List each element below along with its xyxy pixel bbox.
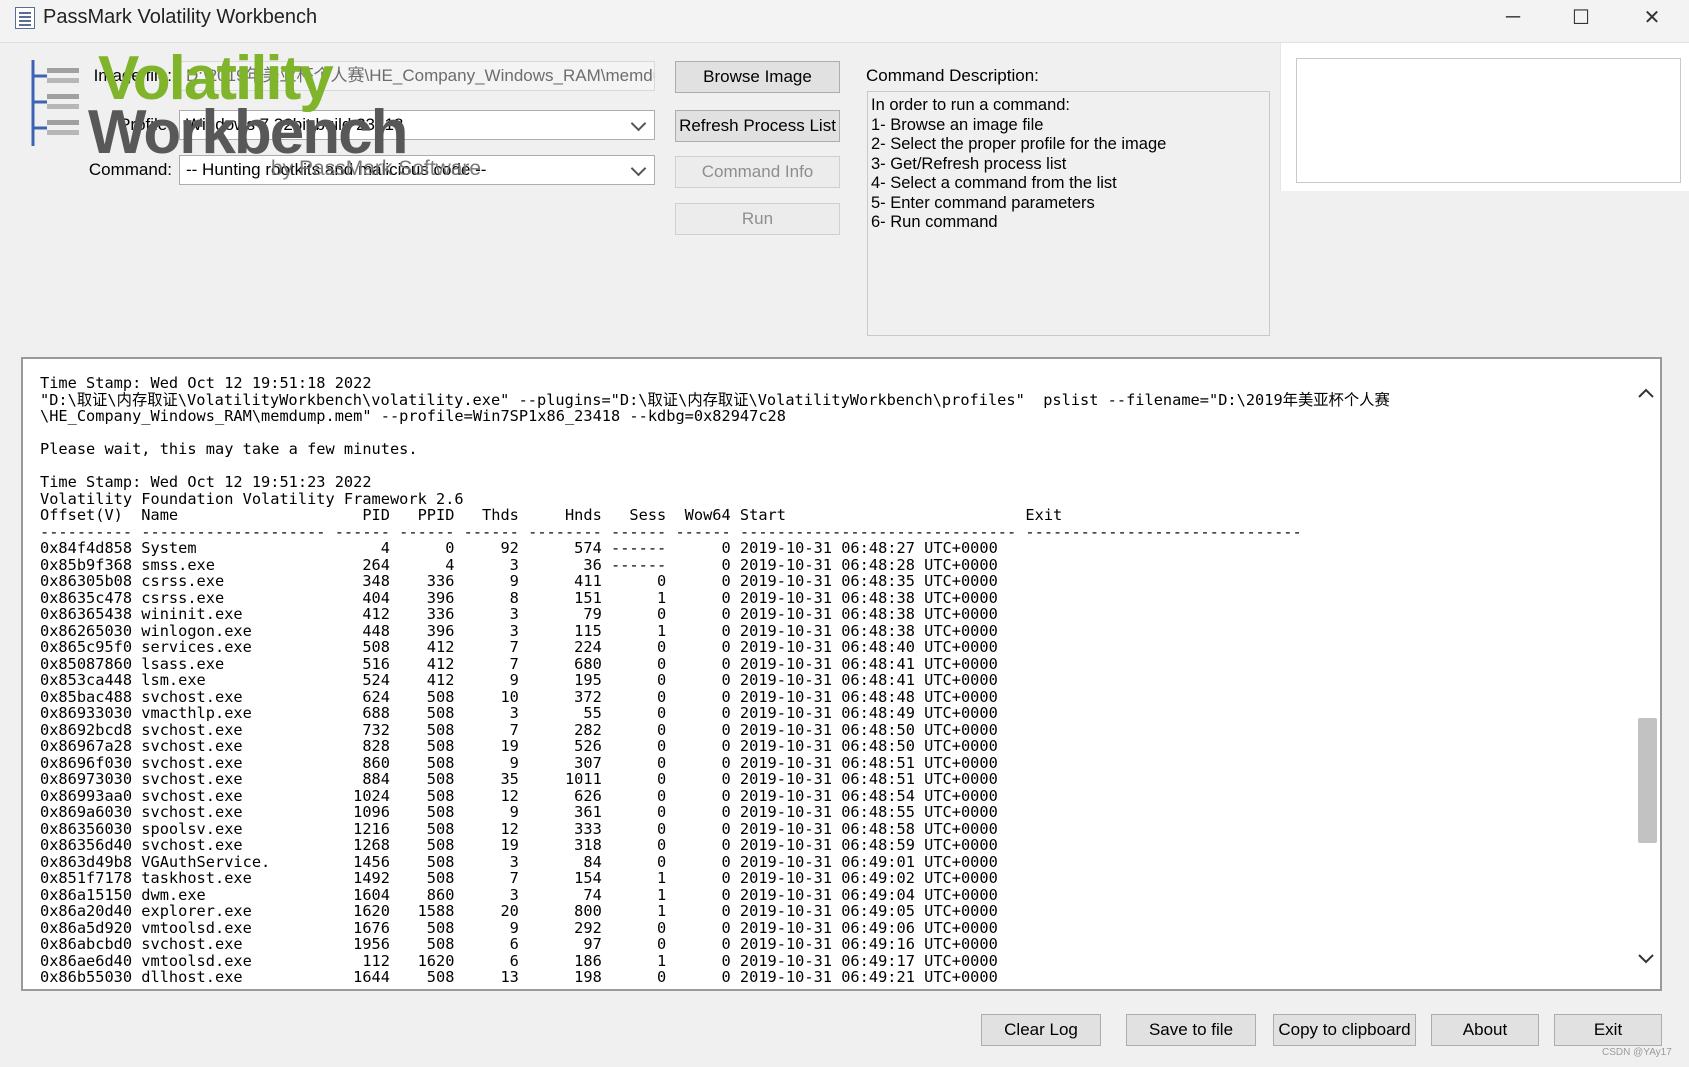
description-line: 4- Select a command from the list [871, 174, 1117, 192]
console-line: 0x86993aa0 svchost.exe 1024 508 12 626 0… [40, 786, 998, 805]
window-title: PassMark Volatility Workbench [43, 6, 318, 28]
console-line: 0x853ca448 lsm.exe 524 412 9 195 0 0 201… [40, 671, 998, 689]
minimize-button[interactable]: ─ [1478, 0, 1548, 34]
console-line: Time Stamp: Wed Oct 12 19:51:18 2022 [40, 375, 372, 392]
output-console[interactable]: Time Stamp: Wed Oct 12 19:51:18 2022 "D:\… [21, 357, 1662, 991]
console-line: 0x86305b08 csrss.exe 348 336 9 411 0 0 2… [40, 572, 998, 590]
command-info-button[interactable]: Command Info [675, 156, 840, 188]
console-line: Offset(V) Name PID PPID Thds Hnds Sess W… [40, 506, 1063, 524]
console-line: "D:\取证\内存取证\VolatilityWorkbench\volatili… [40, 390, 1390, 409]
console-line: 0x86a15150 dwm.exe 1604 860 3 74 1 0 201… [40, 885, 998, 904]
console-line: 0x8692bcd8 svchost.exe 732 508 7 282 0 0… [40, 720, 998, 739]
console-line: 0x86973030 svchost.exe 884 508 35 1011 0… [40, 770, 998, 788]
tree-icon [31, 60, 79, 146]
scroll-down-icon[interactable] [1634, 947, 1658, 971]
console-line: 0x86967a28 svchost.exe 828 508 19 526 0 … [40, 737, 998, 755]
console-line: 0x85b9f368 smss.exe 264 4 3 36 ------ 0 … [40, 555, 998, 574]
description-line: 5- Enter command parameters [871, 193, 1095, 212]
console-line: 0x86265030 winlogon.exe 448 396 3 115 1 … [40, 621, 998, 640]
watermark: CSDN @YAy17 [1602, 1047, 1672, 1058]
console-line: Please wait, this may take a few minutes… [40, 440, 418, 458]
console-line: 0x863d49b8 VGAuthService. 1456 508 3 84 … [40, 852, 998, 871]
browse-image-button[interactable]: Browse Image [675, 61, 840, 93]
logo-frame [1296, 58, 1681, 183]
console-line: 0x869a6030 svchost.exe 1096 508 9 361 0 … [40, 803, 998, 821]
maximize-button[interactable]: ☐ [1546, 0, 1616, 34]
console-line: 0x8696f030 svchost.exe 860 508 9 307 0 0… [40, 753, 998, 772]
console-line: 0x86356030 spoolsv.exe 1216 508 12 333 0… [40, 819, 998, 838]
volatility-workbench-logo [1280, 43, 1689, 191]
console-line: 0x86356d40 svchost.exe 1268 508 19 318 0… [40, 836, 998, 854]
chevron-down-icon[interactable] [630, 160, 647, 177]
run-button[interactable]: Run [675, 203, 840, 235]
console-line: 0x865c95f0 services.exe 508 412 7 224 0 … [40, 638, 998, 656]
exit-button[interactable]: Exit [1554, 1014, 1662, 1046]
title-bar: PassMark Volatility Workbench ─ ☐ ✕ [0, 0, 1689, 43]
console-line: 0x86ae6d40 vmtoolsd.exe 112 1620 6 186 1… [40, 951, 998, 970]
scrollbar-thumb[interactable] [1638, 718, 1657, 843]
console-line: 0x86abcbd0 svchost.exe 1956 508 6 97 0 0… [40, 935, 998, 953]
console-line: ---------- -------------------- ------ -… [40, 522, 1302, 541]
command-description-title: Command Description: [866, 66, 1039, 85]
console-line: 0x86a20d40 explorer.exe 1620 1588 20 800… [40, 902, 998, 920]
description-line: 3- Get/Refresh process list [871, 154, 1067, 173]
logo-word-workbench: Workbench [88, 98, 408, 167]
copy-to-clipboard-button[interactable]: Copy to clipboard [1273, 1014, 1416, 1046]
clear-log-button[interactable]: Clear Log [981, 1014, 1101, 1046]
console-line: Time Stamp: Wed Oct 12 19:51:23 2022 [40, 473, 372, 491]
about-button[interactable]: About [1431, 1014, 1539, 1046]
description-line: 1- Browse an image file [871, 115, 1044, 134]
chevron-down-icon[interactable] [630, 115, 647, 132]
console-line: 0x86b55030 dllhost.exe 1644 508 13 198 0… [40, 968, 998, 985]
console-line: 0x85087860 lsass.exe 516 412 7 680 0 0 2… [40, 654, 998, 673]
save-to-file-button[interactable]: Save to file [1126, 1014, 1256, 1046]
console-line: 0x85bac488 svchost.exe 624 508 10 372 0 … [40, 687, 998, 706]
console-line: 0x84f4d858 System 4 0 92 574 ------ 0 20… [40, 539, 998, 557]
command-description-box: In order to run a command: 1- Browse an … [867, 91, 1270, 336]
close-button[interactable]: ✕ [1617, 0, 1687, 34]
console-line: Volatility Foundation Volatility Framewo… [40, 489, 464, 508]
scroll-up-icon[interactable] [1634, 381, 1658, 405]
logo-byline: by PassMark Software [271, 157, 482, 180]
console-line: 0x86933030 vmacthlp.exe 688 508 3 55 0 0… [40, 704, 998, 722]
console-line: 0x86a5d920 vmtoolsd.exe 1676 508 9 292 0… [40, 918, 998, 937]
description-line: 6- Run command [871, 213, 998, 231]
description-line: 2- Select the proper profile for the ima… [871, 135, 1167, 153]
console-line: 0x851f7178 taskhost.exe 1492 508 7 154 1… [40, 869, 998, 887]
refresh-process-list-button[interactable]: Refresh Process List [675, 110, 840, 142]
console-line: 0x86365438 wininit.exe 412 336 3 79 0 0 … [40, 605, 998, 623]
app-icon [15, 7, 35, 29]
console-line: 0x8635c478 csrss.exe 404 396 8 151 1 0 2… [40, 588, 998, 607]
console-line: \HE_Company_Windows_RAM\memdump.mem" --p… [40, 407, 786, 425]
description-line: In order to run a command: [871, 96, 1071, 114]
console-text: Time Stamp: Wed Oct 12 19:51:18 2022 "D:\… [40, 375, 1620, 985]
